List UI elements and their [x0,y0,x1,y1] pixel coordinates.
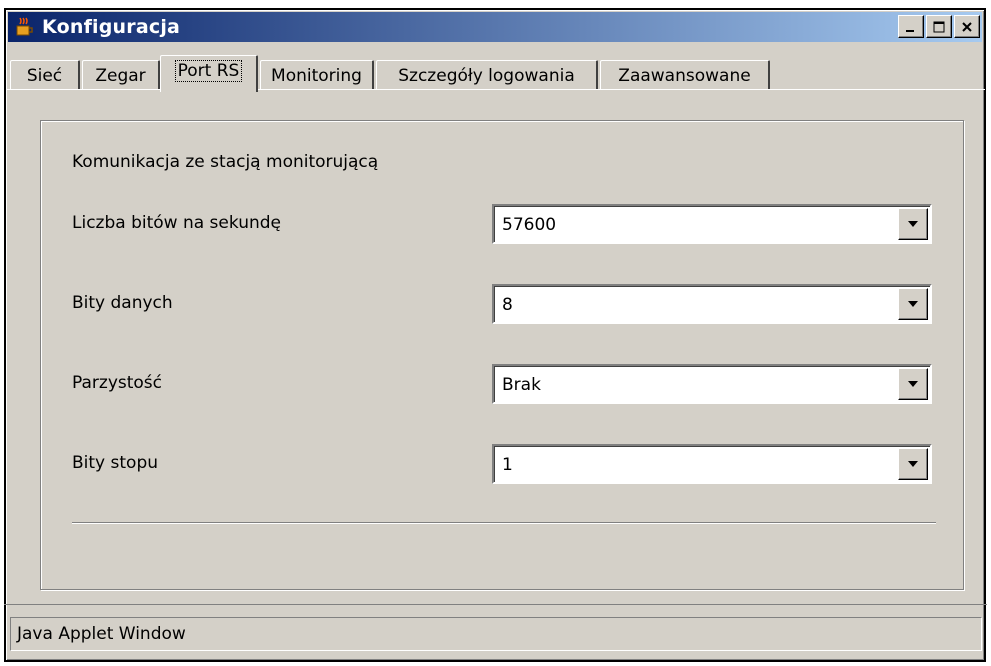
tab-port-rs[interactable]: Port RS [160,55,258,92]
tab-label: Zegar [95,65,146,86]
title-bar[interactable]: Konfiguracja [8,12,982,42]
baud-rate-value: 57600 [502,215,557,235]
section-title: Komunikacja ze stacją monitorującą [72,152,379,172]
data-bits-select[interactable]: 8 [492,284,932,324]
tab-label: Zaawansowane [618,65,751,86]
minimize-icon [906,29,914,32]
tab-label: Szczegóły logowania [398,65,575,86]
stop-bits-value: 1 [502,455,513,475]
status-text: Java Applet Window [17,624,186,644]
chevron-down-icon [908,301,918,307]
parity-select[interactable]: Brak [492,364,932,404]
tab-label: Sieć [26,65,63,86]
maximize-icon [933,21,945,32]
minimize-button[interactable] [898,15,924,38]
tab-label: Port RS [174,60,243,82]
baud-rate-label: Liczba bitów na sekundę [72,213,281,233]
data-bits-value: 8 [502,295,513,315]
stop-bits-label: Bity stopu [72,453,159,473]
maximize-button[interactable] [926,15,952,38]
status-bar: Java Applet Window [10,617,982,651]
stop-bits-dropdown-button[interactable] [898,448,928,480]
baud-rate-select[interactable]: 57600 [492,204,932,244]
parity-label: Parzystość [72,373,163,393]
tab-zaawansowane[interactable]: Zaawansowane [600,60,770,90]
chevron-down-icon [908,461,918,467]
tab-szczegoly-logowania[interactable]: Szczegóły logowania [376,60,598,90]
status-divider [4,604,987,605]
baud-rate-dropdown-button[interactable] [898,208,928,240]
data-bits-label: Bity danych [72,293,173,313]
close-button[interactable] [954,15,980,38]
close-icon [962,21,972,32]
chevron-down-icon [908,221,918,227]
port-rs-panel [40,120,964,590]
tab-zegar[interactable]: Zegar [82,60,160,90]
chevron-down-icon [908,381,918,387]
tab-divider [6,89,985,90]
parity-value: Brak [502,375,541,395]
java-coffee-cup-icon [14,16,36,38]
parity-dropdown-button[interactable] [898,368,928,400]
tab-monitoring[interactable]: Monitoring [260,60,374,90]
stop-bits-select[interactable]: 1 [492,444,932,484]
tab-siec[interactable]: Sieć [10,60,80,90]
window-title: Konfiguracja [42,16,181,38]
data-bits-dropdown-button[interactable] [898,288,928,320]
tab-label: Monitoring [271,65,362,86]
panel-separator [72,522,936,523]
